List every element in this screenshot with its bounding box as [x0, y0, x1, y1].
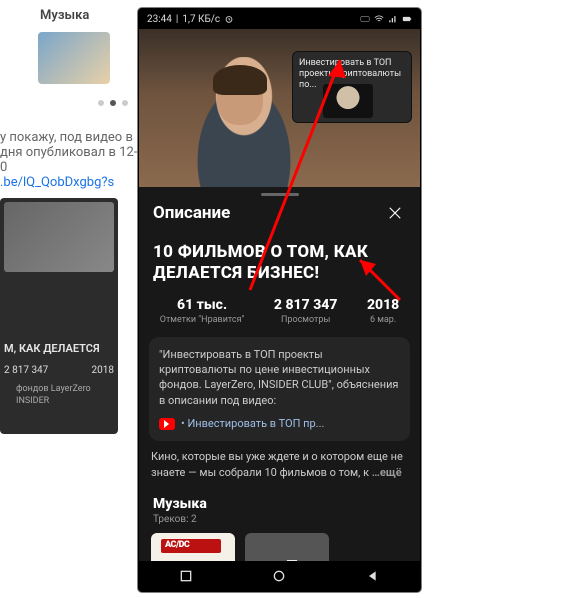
bg-card-desc: фондов LayerZero INSIDER	[4, 384, 114, 413]
pip-thumbnail	[323, 84, 373, 118]
phone-frame: 23:44 | 1,7 КБ/с Инвестировать в ТОП про…	[138, 8, 421, 592]
music-section: Музыка Треков: 2	[139, 486, 420, 525]
description-header: Описание	[153, 203, 230, 223]
bg-card: М, КАК ДЕЛАЕТСЯ 2 817 347 2018 фондов La…	[0, 198, 118, 434]
android-navbar	[139, 561, 420, 591]
bg-card-title: М, КАК ДЕЛАЕТСЯ	[4, 342, 114, 355]
picture-in-picture-card[interactable]: Инвестировать в ТОП проекты криптовалюты…	[292, 51, 412, 123]
description-text-content: Кино, которые вы уже ждете и о котором е…	[151, 450, 403, 478]
bg-card-year: 2018	[92, 365, 114, 376]
music-tracks-count: Треков: 2	[153, 514, 406, 525]
signal-icon	[388, 14, 398, 24]
status-bar: 23:44 | 1,7 КБ/с	[139, 9, 420, 29]
stat-date: 2018 6 мар.	[367, 297, 399, 325]
bg-text-1: у покажу, под видео в	[0, 130, 133, 145]
stat-views: 2 817 347 Просмотры	[274, 297, 338, 325]
alarm-icon	[224, 14, 234, 24]
music-header: Музыка	[153, 496, 406, 512]
description-box: "Инвестировать в ТОП проекты криптовалют…	[149, 337, 410, 442]
wifi-icon	[374, 14, 384, 24]
description-header-row: Описание	[139, 196, 420, 234]
close-button[interactable]	[384, 202, 406, 224]
bg-text-block: у покажу, под видео в дня опубликовал в …	[0, 130, 140, 190]
nav-recent-button[interactable]	[177, 567, 195, 585]
description-quote: "Инвестировать в ТОП проекты криптовалют…	[159, 347, 400, 409]
likes-label: Отметки "Нравится"	[160, 315, 245, 325]
bg-link: .be/lQ_QobDxgbg?s	[0, 175, 114, 190]
description-text: Кино, которые вы уже ждете и о котором е…	[139, 449, 420, 486]
views-value: 2 817 347	[274, 297, 338, 313]
nav-home-button[interactable]	[270, 567, 288, 585]
bg-text-2: дня опубликовал в 12-0	[0, 145, 137, 175]
bg-card-stats: 2 817 347 2018	[4, 365, 114, 376]
video-frame-person	[179, 57, 309, 187]
status-time: 23:44	[147, 14, 172, 25]
likes-value: 61 тыс.	[160, 297, 245, 313]
youtube-icon	[159, 418, 175, 430]
nav-back-button[interactable]	[364, 567, 382, 585]
triangle-left-icon	[365, 568, 381, 584]
bg-pagination-dots	[98, 100, 128, 106]
description-link-text: • Инвестировать в ТОП пр...	[181, 416, 324, 431]
close-icon	[386, 204, 404, 222]
date-label: 6 мар.	[367, 315, 399, 325]
bg-thumbnail	[38, 32, 110, 84]
video-player[interactable]: Инвестировать в ТОП проекты криптовалюты…	[139, 29, 420, 187]
views-label: Просмотры	[274, 315, 338, 325]
video-title: 10 ФИЛЬМОВ О ТОМ, КАК ДЕЛАЕТСЯ БИЗНЕС!	[139, 234, 420, 289]
circle-icon	[271, 568, 287, 584]
bg-card-views: 2 817 347	[4, 365, 48, 376]
volte-icon	[360, 14, 370, 24]
bg-music-header: Музыка	[40, 8, 89, 23]
bg-card-thumb	[4, 202, 114, 272]
description-link[interactable]: • Инвестировать в ТОП пр...	[159, 416, 400, 431]
battery-icon	[402, 14, 412, 24]
stats-row: 61 тыс. Отметки "Нравится" 2 817 347 Про…	[139, 289, 420, 337]
status-speed: 1,7 КБ/с	[182, 14, 220, 25]
square-icon	[178, 568, 194, 584]
year-value: 2018	[367, 297, 399, 313]
stat-likes[interactable]: 61 тыс. Отметки "Нравится"	[160, 297, 245, 325]
more-button[interactable]: …ещё	[372, 466, 402, 479]
